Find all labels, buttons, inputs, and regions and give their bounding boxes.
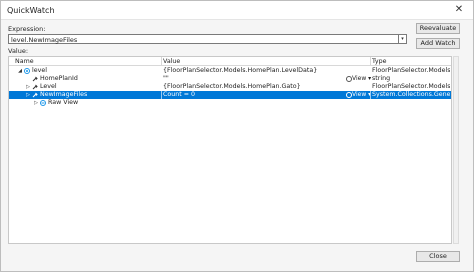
row-name: NewImageFiles — [40, 91, 88, 98]
row-value: "" — [163, 75, 169, 82]
row-name: HomePlanId — [40, 75, 78, 82]
view-label: View ▾ — [352, 91, 372, 98]
row-value: {FloorPlanSelector.Models.HomePlan.Level… — [163, 67, 318, 74]
table-row-selected[interactable]: ▷ NewImageFiles Count = 0 View ▾ System.… — [9, 91, 451, 99]
chevron-down-icon[interactable]: ▾ — [398, 35, 406, 43]
title-bar: QuickWatch ✕ — [1, 1, 473, 20]
expression-combobox[interactable]: level.NewImageFiles ▾ — [8, 34, 407, 44]
close-button[interactable]: Close — [416, 251, 460, 262]
quickwatch-dialog: QuickWatch ✕ Expression: level.NewImageF… — [0, 0, 474, 272]
expand-arrow-icon[interactable]: ▷ — [25, 91, 31, 99]
row-type: FloorPlanSelector.Models.HomePl... — [372, 67, 450, 74]
view-dropdown[interactable]: View ▾ — [346, 75, 371, 83]
expression-label: Expression: — [8, 25, 46, 33]
close-icon[interactable]: ✕ — [453, 4, 465, 16]
column-divider — [370, 91, 371, 99]
view-dropdown[interactable]: View ▾ — [346, 91, 371, 99]
raw-view-icon — [40, 100, 46, 106]
row-name: Level — [40, 83, 57, 90]
add-watch-button[interactable]: Add Watch — [416, 38, 460, 49]
vertical-scrollbar[interactable] — [453, 56, 459, 244]
collapse-arrow-icon[interactable]: ◢ — [17, 67, 23, 75]
object-icon — [24, 68, 30, 74]
value-label: Value: — [8, 47, 29, 55]
wrench-icon — [32, 92, 38, 98]
column-header-value[interactable]: Value — [163, 58, 180, 65]
column-divider[interactable] — [370, 57, 371, 66]
table-row[interactable]: ▷ Level {FloorPlanSelector.Models.HomePl… — [9, 83, 451, 91]
column-divider — [161, 91, 162, 99]
row-type: System.Collections.Generic.Li... — [372, 91, 450, 98]
watch-grid: Name Value Type ◢ level {FloorPlanSelect… — [8, 56, 452, 244]
expand-arrow-icon[interactable]: ▷ — [25, 83, 31, 91]
table-row[interactable]: ◢ level {FloorPlanSelector.Models.HomePl… — [9, 67, 451, 75]
reevaluate-button[interactable]: Reevaluate — [416, 23, 460, 34]
expand-arrow-icon[interactable]: ▷ — [33, 99, 39, 107]
column-divider[interactable] — [161, 57, 162, 66]
row-type: FloorPlanSelector.Models.HomePl... — [372, 83, 450, 90]
row-name: Raw View — [48, 99, 79, 106]
view-label: View ▾ — [352, 75, 372, 82]
grid-header: Name Value Type — [9, 57, 451, 66]
column-header-type[interactable]: Type — [372, 58, 386, 65]
column-header-name[interactable]: Name — [15, 58, 34, 65]
wrench-icon — [32, 84, 38, 90]
table-row[interactable]: ▷ Raw View — [9, 99, 451, 107]
table-row[interactable]: HomePlanId "" View ▾ string — [9, 75, 451, 83]
row-name: level — [32, 67, 47, 74]
row-value: Count = 0 — [163, 91, 195, 98]
dialog-title: QuickWatch — [7, 6, 55, 15]
row-type: string — [372, 75, 391, 82]
expression-input[interactable]: level.NewImageFiles — [11, 36, 77, 44]
wrench-icon — [32, 76, 38, 82]
row-value: {FloorPlanSelector.Models.HomePlan.Gato} — [163, 83, 301, 90]
